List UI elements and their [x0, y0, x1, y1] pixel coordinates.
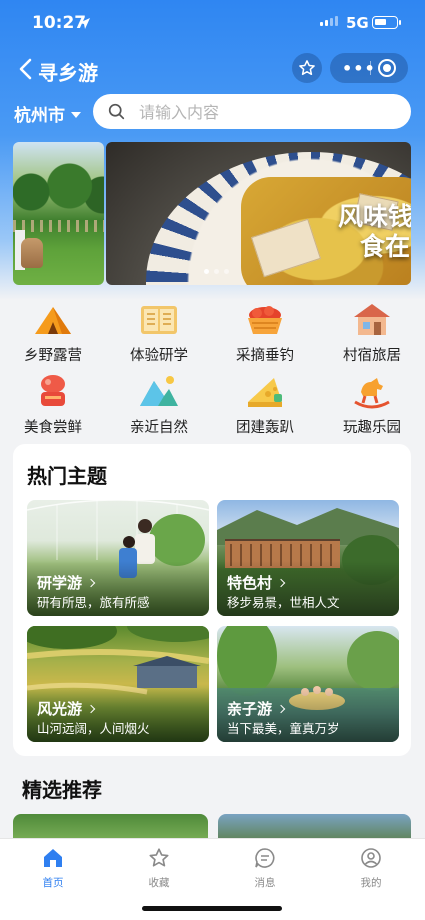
tab-label: 消息	[254, 877, 276, 889]
capsule-divider	[370, 61, 371, 75]
food-icon	[32, 372, 74, 412]
rocking-horse-icon	[351, 372, 393, 412]
tab-favorites[interactable]: 收藏	[129, 847, 189, 890]
city-label: 杭州市	[14, 106, 65, 126]
category-label: 村宿旅居	[343, 348, 401, 364]
chevron-left-icon	[19, 58, 32, 80]
topic-subtitle: 研有所思，旅有所感	[37, 595, 150, 610]
favorite-button[interactable]	[292, 53, 322, 83]
topic-tile-study[interactable]: 研学游 研有所思，旅有所感	[27, 500, 209, 616]
star-icon	[299, 60, 315, 76]
close-miniprogram-button[interactable]	[378, 59, 396, 77]
pager-dot	[224, 269, 229, 274]
status-bar: 10:27 5G	[0, 0, 425, 46]
tab-home[interactable]: 首页	[23, 847, 83, 890]
book-icon	[138, 300, 180, 340]
topic-title: 研学游	[37, 574, 83, 592]
category-camping[interactable]: 乡野露营	[3, 300, 103, 365]
search-input[interactable]	[139, 100, 389, 124]
page-title: 寻乡游	[38, 61, 98, 85]
category-label: 采摘垂钓	[236, 348, 294, 364]
topic-subtitle: 当下最美，童真万岁	[227, 721, 340, 736]
caret-down-icon	[71, 111, 81, 118]
banner-slide-current[interactable]: 风味钱 食在	[106, 142, 411, 285]
pager-dot	[214, 269, 219, 274]
chevron-right-icon	[276, 704, 286, 713]
category-study-tour[interactable]: 体验研学	[109, 300, 209, 365]
category-picking-fishing[interactable]: 采摘垂钓	[215, 300, 315, 365]
tab-profile[interactable]: 我的	[341, 847, 401, 890]
house-icon	[351, 300, 393, 340]
banner-caption-line1: 风味钱	[338, 202, 411, 231]
banner-caption: 风味钱 食在	[338, 202, 411, 262]
category-nature[interactable]: 亲近自然	[109, 372, 209, 437]
cheese-icon	[244, 372, 286, 412]
topic-tile-scenery[interactable]: 风光游 山河远阔，人间烟火	[27, 626, 209, 742]
category-label: 玩趣乐园	[343, 420, 401, 436]
category-food[interactable]: 美食尝鲜	[3, 372, 103, 437]
location-arrow-icon	[78, 15, 91, 34]
back-button[interactable]	[16, 55, 40, 83]
home-indicator	[142, 906, 282, 911]
chevron-right-icon	[276, 578, 286, 587]
miniprogram-capsule: •••	[330, 53, 408, 83]
search-bar[interactable]	[93, 94, 411, 129]
banner-pager	[204, 269, 229, 274]
category-label: 体验研学	[130, 348, 188, 364]
pager-dot	[204, 269, 209, 274]
city-selector[interactable]: 杭州市	[14, 101, 81, 126]
home-icon	[42, 847, 64, 869]
signal-icon	[320, 16, 338, 26]
hot-topics-card: 热门主题 研学游 研有所思，旅有所感 特色村 移步易景，世相人文 风光游 山河远…	[13, 444, 411, 756]
category-label: 乡野露营	[24, 348, 82, 364]
mountain-icon	[138, 372, 180, 412]
category-label: 亲近自然	[130, 420, 188, 436]
tab-messages[interactable]: 消息	[235, 847, 295, 890]
tab-label: 收藏	[148, 877, 170, 889]
message-icon	[254, 847, 276, 869]
recommended-heading: 精选推荐	[22, 778, 102, 802]
tab-label: 首页	[42, 877, 64, 889]
topic-tile-family[interactable]: 亲子游 当下最美，童真万岁	[217, 626, 399, 742]
topic-tile-village[interactable]: 特色村 移步易景，世相人文	[217, 500, 399, 616]
banner-caption-line2: 食在	[360, 232, 411, 261]
search-icon	[108, 103, 125, 124]
hot-topics-heading: 热门主题	[27, 464, 107, 488]
tab-label: 我的	[360, 877, 382, 889]
category-label: 团建轰趴	[236, 420, 294, 436]
topic-subtitle: 山河远阔，人间烟火	[37, 721, 150, 736]
topic-subtitle: 移步易景，世相人文	[227, 595, 340, 610]
banner-slide-previous[interactable]	[13, 142, 104, 285]
fruit-basket-icon	[244, 300, 286, 340]
nav-bar: 寻乡游 •••	[0, 48, 425, 90]
user-icon	[360, 847, 382, 869]
category-homestay[interactable]: 村宿旅居	[322, 300, 422, 365]
topic-title: 风光游	[37, 700, 83, 718]
topic-title: 特色村	[227, 574, 273, 592]
network-type: 5G	[346, 14, 369, 32]
chevron-right-icon	[86, 578, 96, 587]
category-playground[interactable]: 玩趣乐园	[322, 372, 422, 437]
topic-title: 亲子游	[227, 700, 273, 718]
chevron-right-icon	[86, 704, 96, 713]
category-team-building[interactable]: 团建轰趴	[215, 372, 315, 437]
tent-icon	[32, 300, 74, 340]
star-icon	[148, 847, 170, 869]
battery-icon	[372, 16, 401, 29]
category-label: 美食尝鲜	[24, 420, 82, 436]
